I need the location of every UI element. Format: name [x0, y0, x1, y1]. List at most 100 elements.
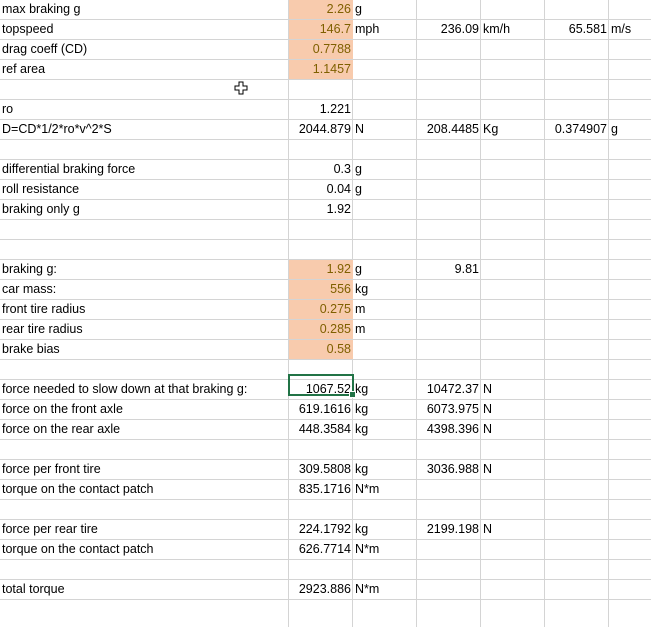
cell-col-b[interactable]: 146.7	[289, 20, 353, 39]
cell-col-b[interactable]	[289, 500, 353, 519]
cell-col-e[interactable]: Kg	[481, 120, 544, 139]
cell-col-g[interactable]	[609, 460, 651, 479]
cell-col-c[interactable]: g	[353, 160, 416, 179]
cell-col-f[interactable]	[545, 380, 609, 399]
cell-col-c[interactable]: g	[353, 180, 416, 199]
cell-col-e[interactable]	[481, 80, 544, 99]
cell-col-c[interactable]: N*m	[353, 540, 416, 559]
sheet-row[interactable]: braking g: 1.92 g 9.81	[0, 260, 651, 280]
cell-col-f[interactable]	[545, 0, 609, 19]
sheet-row[interactable]: drag coeff (CD) 0.7788	[0, 40, 651, 60]
cell-col-d[interactable]	[417, 40, 481, 59]
cell-col-d[interactable]	[417, 300, 481, 319]
cell-col-e[interactable]	[481, 40, 544, 59]
cell-col-g[interactable]	[609, 40, 651, 59]
sheet-row[interactable]	[0, 500, 651, 520]
cell-col-f[interactable]	[545, 280, 609, 299]
sheet-row[interactable]: torque on the contact patch 835.1716 N*m	[0, 480, 651, 500]
cell-col-a[interactable]	[0, 140, 288, 159]
cell-col-f[interactable]	[545, 100, 609, 119]
cell-col-d[interactable]: 10472.37	[417, 380, 481, 399]
cell-col-a[interactable]: roll resistance	[0, 180, 288, 199]
cell-col-d[interactable]	[417, 320, 481, 339]
cell-col-e[interactable]	[481, 60, 544, 79]
cell-col-e[interactable]	[481, 320, 544, 339]
cell-col-e[interactable]	[481, 100, 544, 119]
cell-col-e[interactable]	[481, 260, 544, 279]
sheet-row[interactable]	[0, 220, 651, 240]
cell-col-d[interactable]	[417, 340, 481, 359]
cell-col-b[interactable]: 626.7714	[289, 540, 353, 559]
cell-col-e[interactable]	[481, 300, 544, 319]
cell-col-e[interactable]	[481, 560, 544, 579]
cell-col-f[interactable]	[545, 460, 609, 479]
cell-col-b[interactable]: 309.5808	[289, 460, 353, 479]
cell-col-a[interactable]: force per front tire	[0, 460, 288, 479]
cell-col-c[interactable]	[353, 100, 416, 119]
cell-col-d[interactable]	[417, 200, 481, 219]
cell-col-f[interactable]	[545, 160, 609, 179]
cell-col-c[interactable]	[353, 220, 416, 239]
sheet-row[interactable]: brake bias 0.58	[0, 340, 651, 360]
cell-col-d[interactable]	[417, 580, 481, 599]
sheet-row[interactable]: roll resistance 0.04 g	[0, 180, 651, 200]
cell-col-e[interactable]	[481, 580, 544, 599]
cell-col-e[interactable]: N	[481, 380, 544, 399]
cell-col-g[interactable]	[609, 260, 651, 279]
cell-col-f[interactable]	[545, 60, 609, 79]
cell-col-f[interactable]	[545, 300, 609, 319]
cell-col-a[interactable]	[0, 240, 288, 259]
cell-col-e[interactable]	[481, 140, 544, 159]
cell-col-f[interactable]	[545, 580, 609, 599]
cell-col-d[interactable]: 9.81	[417, 260, 481, 279]
sheet-row[interactable]: total torque 2923.886 N*m	[0, 580, 651, 600]
cell-col-d[interactable]: 3036.988	[417, 460, 481, 479]
cell-col-g[interactable]	[609, 440, 651, 459]
cell-col-c[interactable]	[353, 240, 416, 259]
cell-col-a[interactable]: torque on the contact patch	[0, 540, 288, 559]
cell-col-f[interactable]: 65.581	[545, 20, 609, 39]
cell-col-g[interactable]	[609, 220, 651, 239]
cell-col-a[interactable]	[0, 440, 288, 459]
cell-col-e[interactable]	[481, 200, 544, 219]
cell-col-c[interactable]: g	[353, 260, 416, 279]
cell-col-d[interactable]: 4398.396	[417, 420, 481, 439]
cell-col-a[interactable]: brake bias	[0, 340, 288, 359]
cell-col-g[interactable]	[609, 480, 651, 499]
cell-col-f[interactable]	[545, 400, 609, 419]
cell-col-b[interactable]	[289, 140, 353, 159]
sheet-row[interactable]	[0, 140, 651, 160]
cell-col-f[interactable]	[545, 320, 609, 339]
cell-col-g[interactable]	[609, 560, 651, 579]
cell-col-a[interactable]: force on the rear axle	[0, 420, 288, 439]
cell-col-c[interactable]	[353, 360, 416, 379]
cell-col-c[interactable]	[353, 40, 416, 59]
cell-col-b[interactable]: 2044.879	[289, 120, 353, 139]
cell-col-c[interactable]: kg	[353, 380, 416, 399]
sheet-row[interactable]	[0, 440, 651, 460]
cell-col-g[interactable]	[609, 140, 651, 159]
cell-col-d[interactable]	[417, 220, 481, 239]
sheet-row[interactable]: rear tire radius 0.285 m	[0, 320, 651, 340]
cell-col-e[interactable]	[481, 180, 544, 199]
cell-col-a[interactable]: force needed to slow down at that brakin…	[0, 380, 288, 399]
cell-col-g[interactable]	[609, 580, 651, 599]
cell-col-g[interactable]	[609, 520, 651, 539]
cell-col-g[interactable]	[609, 360, 651, 379]
cell-col-b[interactable]: 0.58	[289, 340, 353, 359]
sheet-row[interactable]	[0, 80, 651, 100]
cell-col-b[interactable]: 556	[289, 280, 353, 299]
cell-col-e[interactable]	[481, 440, 544, 459]
cell-col-b[interactable]: 619.1616	[289, 400, 353, 419]
fill-handle[interactable]	[349, 391, 356, 398]
cell-col-a[interactable]: total torque	[0, 580, 288, 599]
cell-col-d[interactable]	[417, 560, 481, 579]
cell-col-c[interactable]	[353, 440, 416, 459]
cell-col-d[interactable]: 2199.198	[417, 520, 481, 539]
cell-col-e[interactable]: N	[481, 400, 544, 419]
cell-col-g[interactable]	[609, 280, 651, 299]
cell-col-d[interactable]	[417, 140, 481, 159]
sheet-row[interactable]: torque on the contact patch 626.7714 N*m	[0, 540, 651, 560]
sheet-row[interactable]: force on the front axle 619.1616 kg 6073.97…	[0, 400, 651, 420]
cell-col-f[interactable]	[545, 340, 609, 359]
